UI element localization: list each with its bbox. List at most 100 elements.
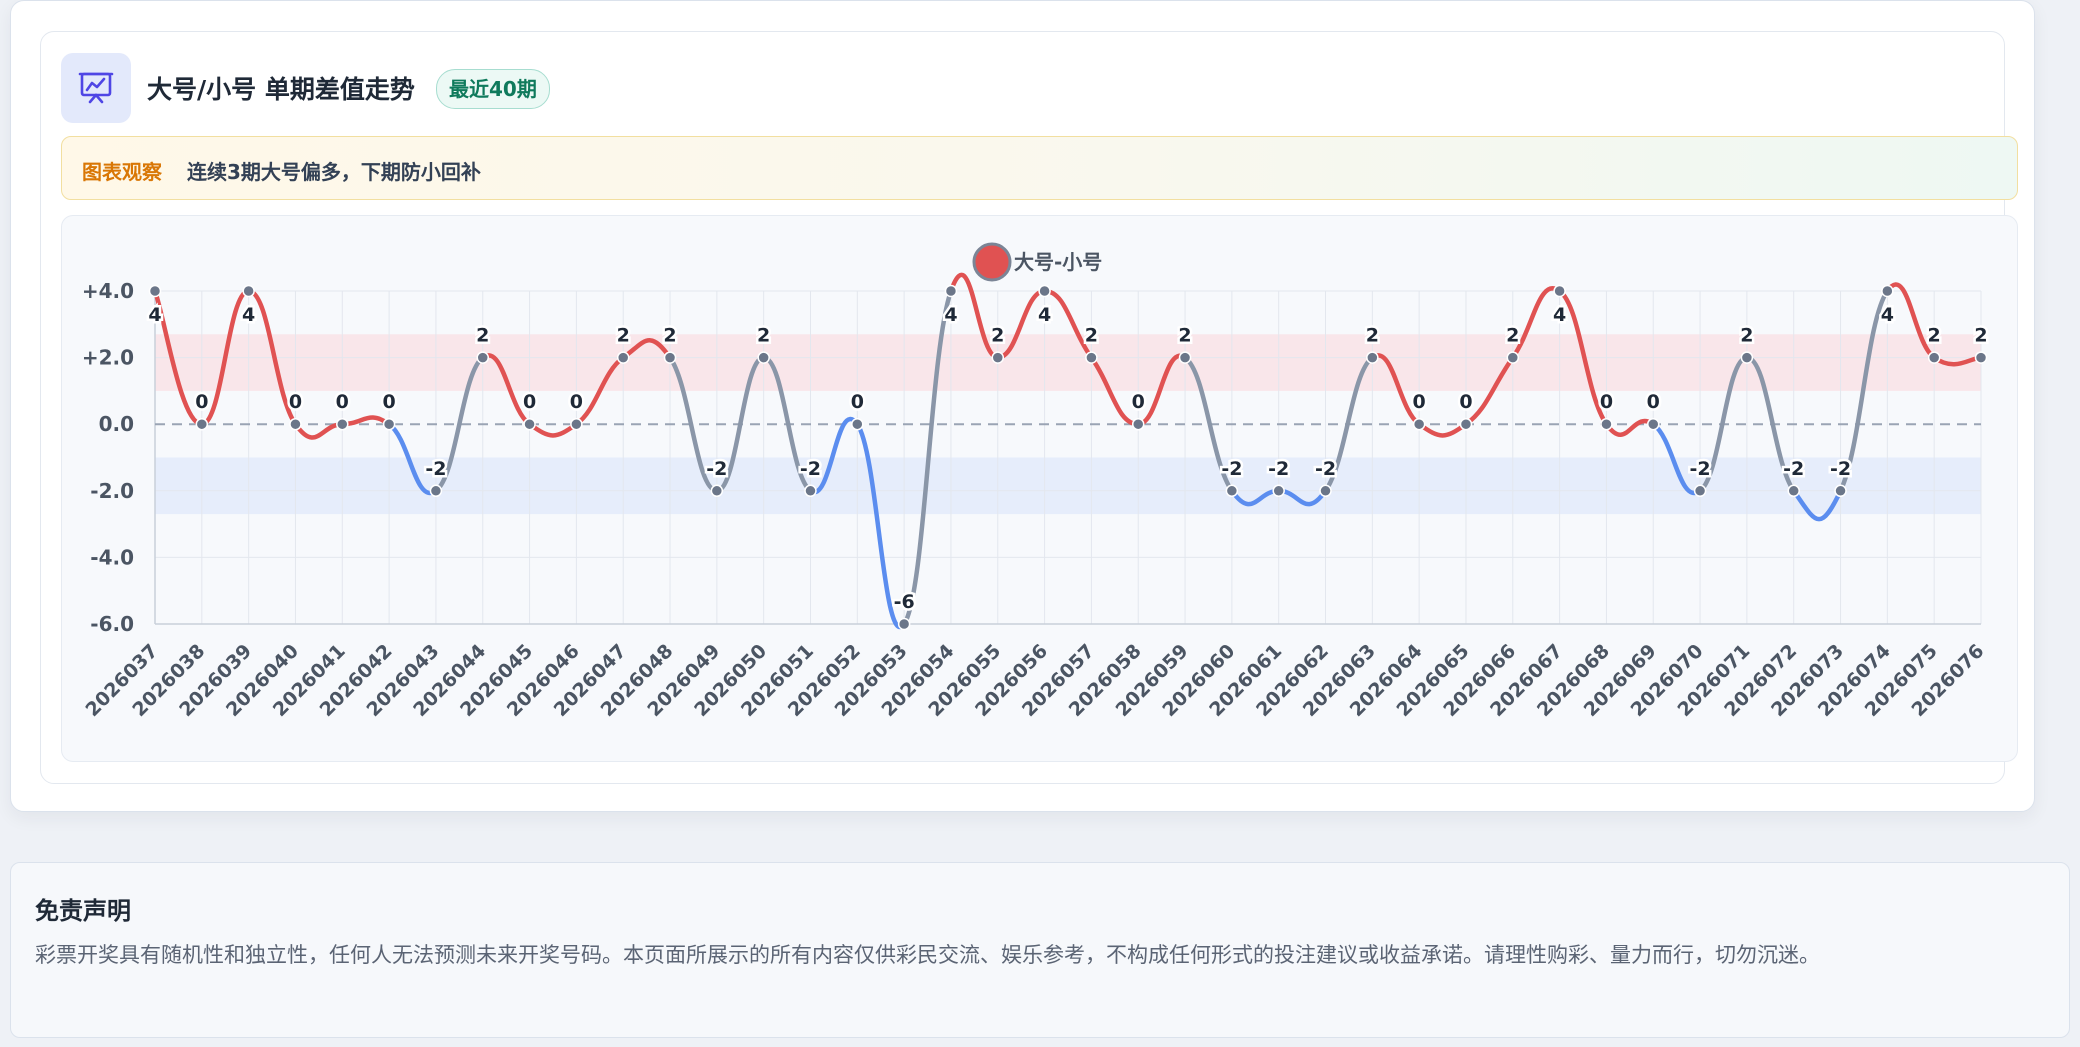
y-tick-label: +4.0	[82, 279, 134, 303]
data-point	[1085, 351, 1098, 364]
disclaimer-panel: 免责声明 彩票开奖具有随机性和独立性，任何人无法预测未来开奖号码。本页面所展示的…	[10, 862, 2070, 1038]
data-label: 4	[1553, 304, 1566, 326]
data-point	[1272, 484, 1285, 498]
data-label: 0	[336, 391, 349, 413]
insight-text: 连续3期大号偏多，下期防小回补	[187, 160, 481, 184]
data-point	[1553, 284, 1566, 298]
chart-title: 大号/小号 单期差值走势	[147, 75, 415, 104]
data-label: -2	[1221, 458, 1242, 480]
data-label: -2	[800, 458, 821, 480]
data-label: 2	[1506, 325, 1519, 347]
data-point	[1787, 484, 1800, 498]
data-label: 0	[1647, 391, 1660, 413]
disclaimer-text: 彩票开奖具有随机性和独立性，任何人无法预测未来开奖号码。本页面所展示的所有内容仅…	[35, 943, 1820, 967]
data-point	[1740, 351, 1754, 364]
data-point	[1178, 351, 1192, 364]
data-label: -6	[894, 591, 915, 613]
y-tick-label: -6.0	[90, 612, 134, 636]
data-label: -2	[425, 458, 446, 480]
data-label: -2	[1783, 458, 1804, 480]
data-point	[1881, 284, 1894, 298]
data-point	[1927, 351, 1941, 364]
data-point	[1319, 484, 1332, 498]
data-label: 4	[1038, 304, 1051, 326]
disclaimer-title: 免责声明	[35, 897, 131, 925]
data-label: 0	[289, 391, 302, 413]
data-label: 2	[1085, 325, 1098, 347]
data-point	[1693, 484, 1707, 498]
y-tick-label: +2.0	[82, 346, 134, 370]
data-point	[523, 417, 536, 431]
legend-label: 大号-小号	[1014, 250, 1102, 274]
positive-band	[155, 334, 1981, 391]
data-point	[1974, 351, 1988, 364]
data-point	[851, 417, 864, 431]
data-label: -2	[1690, 458, 1711, 480]
data-label: 2	[1366, 325, 1379, 347]
series-line-segment	[527, 421, 579, 438]
data-point	[382, 417, 396, 431]
data-point	[429, 484, 443, 498]
data-point	[1366, 351, 1379, 364]
data-point	[195, 417, 209, 431]
data-label: 0	[570, 391, 583, 413]
data-point	[1600, 417, 1613, 431]
data-point	[663, 351, 677, 364]
data-point	[616, 351, 630, 364]
data-point	[1506, 351, 1520, 364]
data-point	[757, 351, 770, 364]
data-label: 4	[148, 304, 161, 326]
data-label: 2	[476, 325, 489, 347]
data-label: 4	[242, 304, 255, 326]
data-label: 0	[1132, 391, 1145, 413]
data-label: 0	[851, 391, 864, 413]
data-label: 0	[1413, 391, 1426, 413]
data-point	[148, 284, 162, 298]
data-point	[242, 284, 255, 298]
data-label: 0	[1459, 391, 1472, 413]
data-label: 4	[944, 304, 957, 326]
data-point	[570, 417, 583, 431]
data-point	[1225, 484, 1239, 498]
data-label: 0	[1600, 391, 1613, 413]
data-point	[1038, 284, 1051, 298]
data-point	[710, 484, 724, 498]
data-point	[289, 417, 302, 431]
trend-section: 大号/小号 单期差值走势 最近40期 图表观察 连续3期大号偏多，下期防小回补 …	[10, 0, 2035, 812]
data-label: -2	[1315, 458, 1336, 480]
data-point	[1412, 417, 1426, 431]
plot-area: +4.0 +2.0 -2.0 -4.0 -6.0 0.0 2026037 2026038 202…	[61, 215, 2018, 762]
insight-banner: 图表观察 连续3期大号偏多，下期防小回补	[61, 136, 2018, 200]
data-label: 4	[1881, 304, 1894, 326]
data-label: -2	[1830, 458, 1851, 480]
data-label: 2	[663, 325, 676, 347]
y-tick-label: -2.0	[90, 479, 134, 503]
data-label: 2	[991, 325, 1004, 347]
data-point	[1834, 484, 1847, 498]
data-point	[1131, 417, 1145, 431]
data-point	[1647, 417, 1660, 431]
data-label: -2	[1268, 458, 1289, 480]
insight-label: 图表观察	[82, 160, 162, 184]
chart-card: 大号/小号 单期差值走势 最近40期 图表观察 连续3期大号偏多，下期防小回补 …	[40, 31, 2018, 784]
data-label: 0	[523, 391, 536, 413]
data-label: -2	[706, 458, 727, 480]
data-point	[336, 417, 349, 431]
data-point	[476, 351, 489, 364]
data-point	[991, 351, 1005, 364]
series-line-segment	[1416, 421, 1469, 438]
data-label: 2	[617, 325, 630, 347]
data-label: 2	[1928, 325, 1941, 347]
data-label: 2	[757, 325, 770, 347]
series-line-segment	[1604, 418, 1656, 437]
data-label: 2	[1740, 325, 1753, 347]
y-tick-label: -4.0	[90, 545, 134, 569]
difference-line-chart: +4.0+2.0-2.0-4.0-6.00.020260372026038202…	[82, 242, 1990, 721]
y-tick-label: 0.0	[99, 412, 134, 436]
data-label: 0	[382, 391, 395, 413]
period-badge: 最近40期	[436, 69, 550, 109]
legend-marker	[972, 242, 1012, 282]
presentation-chart-icon	[61, 53, 131, 123]
data-point	[944, 284, 958, 298]
data-point	[804, 484, 817, 498]
